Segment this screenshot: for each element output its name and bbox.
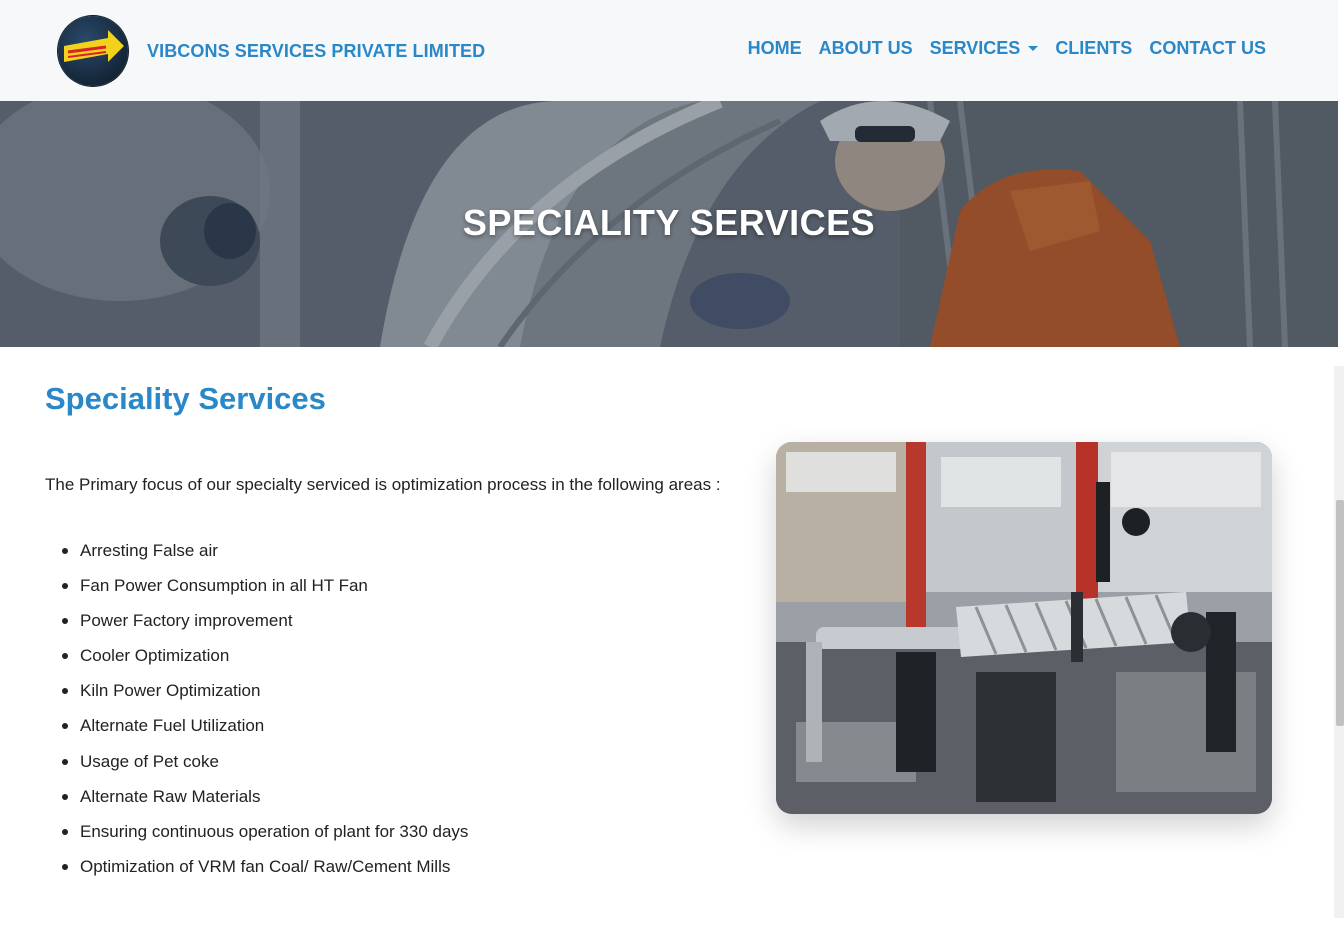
list-item: Fan Power Consumption in all HT Fan: [61, 575, 468, 610]
nav-contact[interactable]: CONTACT US: [1149, 38, 1266, 59]
list-item: Kiln Power Optimization: [61, 680, 468, 715]
nav-services[interactable]: SERVICES: [930, 38, 1039, 59]
balancing-machine-image: [776, 442, 1272, 814]
company-logo-icon[interactable]: [58, 16, 128, 86]
intro-text: The Primary focus of our specialty servi…: [45, 475, 721, 494]
list-item: Usage of Pet coke: [61, 751, 468, 786]
list-item: Alternate Raw Materials: [61, 786, 468, 821]
main-nav: HOME ABOUT US SERVICES CLIENTS CONTACT U…: [731, 38, 1266, 59]
nav-about[interactable]: ABOUT US: [819, 38, 913, 59]
nav-home[interactable]: HOME: [748, 38, 802, 59]
nav-clients[interactable]: CLIENTS: [1055, 38, 1132, 59]
scrollbar-thumb[interactable]: [1336, 500, 1344, 726]
nav-services-label: SERVICES: [929, 38, 1021, 58]
brand[interactable]: VIBCONS SERVICES PRIVATE LIMITED: [58, 16, 485, 86]
navbar: VIBCONS SERVICES PRIVATE LIMITED HOME AB…: [0, 0, 1338, 101]
services-list: Arresting False air Fan Power Consumptio…: [61, 540, 468, 891]
caret-down-icon: [1028, 46, 1039, 51]
list-item: Ensuring continuous operation of plant f…: [61, 821, 468, 856]
hero-banner: SPECIALITY SERVICES: [0, 101, 1338, 347]
hero-title: SPECIALITY SERVICES: [462, 202, 876, 243]
brand-name[interactable]: VIBCONS SERVICES PRIVATE LIMITED: [147, 41, 485, 62]
list-item: Power Factory improvement: [61, 610, 468, 645]
list-item: Alternate Fuel Utilization: [61, 715, 468, 750]
service-photo: [776, 442, 1272, 814]
list-item: Optimization of VRM fan Coal/ Raw/Cement…: [61, 856, 468, 891]
list-item: Cooler Optimization: [61, 645, 468, 680]
list-item: Arresting False air: [61, 540, 468, 575]
section-title: Speciality Services: [45, 381, 326, 416]
